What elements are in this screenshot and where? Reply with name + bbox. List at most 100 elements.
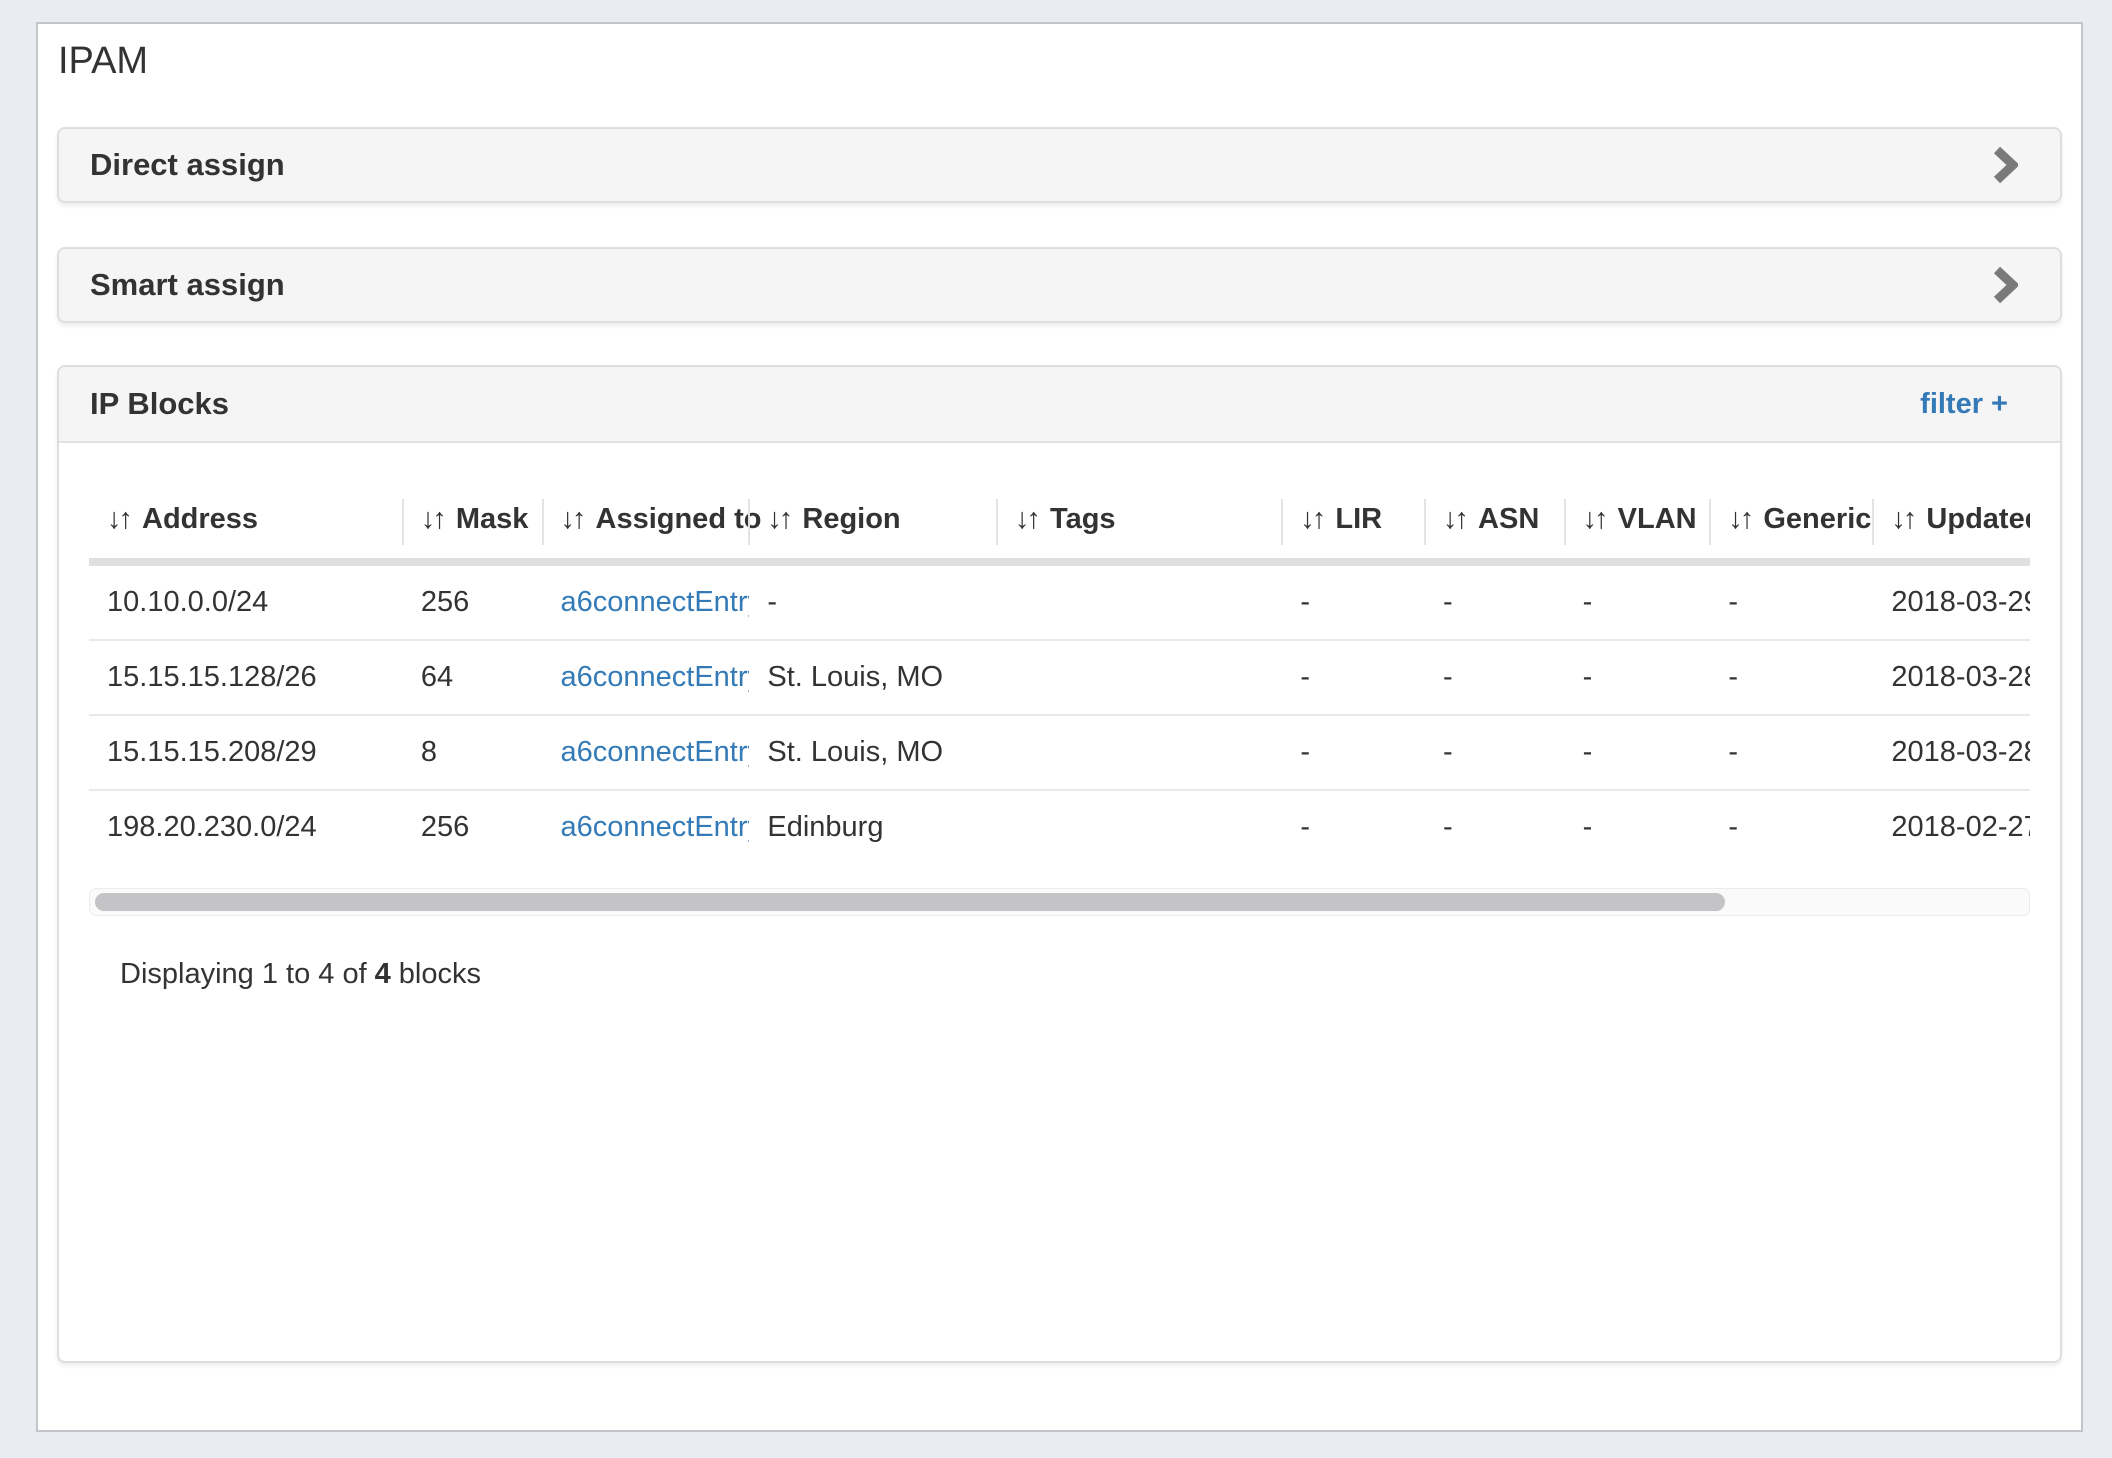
cell-vlan: -	[1565, 790, 1711, 864]
cell-mask: 256	[403, 790, 543, 864]
column-header-generic[interactable]: ↓↑ Generic	[1710, 473, 1873, 562]
smart-assign-panel[interactable]: Smart assign	[57, 247, 2062, 323]
horizontal-scrollbar-thumb[interactable]	[95, 893, 1725, 911]
sort-icon: ↓↑	[1443, 503, 1466, 535]
direct-assign-panel[interactable]: Direct assign	[57, 127, 2062, 203]
cell-assigned_to: a6connectEntry	[543, 640, 750, 715]
sort-icon: ↓↑	[561, 503, 584, 535]
ipam-page-card: IPAM Direct assign Smart assign IP Block…	[36, 22, 2083, 1432]
column-label: Address	[142, 503, 258, 535]
column-label: LIR	[1335, 503, 1382, 535]
assigned-to-link[interactable]: a6connectEntry	[561, 811, 750, 843]
cell-region: -	[749, 562, 997, 640]
cell-tags	[997, 562, 1282, 640]
cell-lir: -	[1282, 640, 1425, 715]
cell-generic: -	[1710, 715, 1873, 790]
cell-region: Edinburg	[749, 790, 997, 864]
cell-address: 10.10.0.0/24	[89, 562, 403, 640]
cell-asn: -	[1425, 790, 1565, 864]
column-header-assigned_to[interactable]: ↓↑Assigned to	[543, 473, 750, 562]
smart-assign-label: Smart assign	[90, 267, 285, 303]
cell-assigned_to: a6connectEntry	[543, 715, 750, 790]
cell-tags	[997, 640, 1282, 715]
sort-icon: ↓↑	[107, 503, 130, 535]
table-row: 15.15.15.128/2664 a6connectEntrySt. Louis…	[89, 640, 2030, 715]
cell-updated: 2018-02-27	[1873, 790, 2030, 864]
cell-address: 15.15.15.128/26	[89, 640, 403, 715]
column-header-region[interactable]: ↓↑ Region	[749, 473, 997, 562]
sort-icon: ↓↑	[1300, 503, 1323, 535]
column-header-vlan[interactable]: ↓↑ VLAN	[1565, 473, 1711, 562]
cell-lir: -	[1282, 715, 1425, 790]
cell-mask: 8	[403, 715, 543, 790]
sort-icon: ↓↑	[1583, 503, 1606, 535]
chevron-right-icon[interactable]	[1992, 266, 2018, 304]
horizontal-scrollbar-track[interactable]	[89, 888, 2030, 916]
page-title: IPAM	[58, 40, 148, 83]
cell-asn: -	[1425, 715, 1565, 790]
column-label: ASN	[1478, 503, 1539, 535]
table-header-row: ↓↑Address↓↑Mask↓↑Assigned to↓↑Region↓↑Ta…	[89, 473, 2030, 562]
cell-vlan: -	[1565, 715, 1711, 790]
column-label: Updated	[1926, 503, 2030, 535]
footer-text-after: blocks	[399, 958, 481, 990]
sort-icon: ↓↑	[1891, 503, 1914, 535]
cell-address: 198.20.230.0/24	[89, 790, 403, 864]
ip-blocks-title: IP Blocks	[90, 386, 229, 422]
sort-icon: ↓↑	[1015, 503, 1038, 535]
assigned-to-link[interactable]: a6connectEntry	[561, 586, 750, 618]
direct-assign-label: Direct assign	[90, 147, 285, 183]
cell-lir: -	[1282, 562, 1425, 640]
ip-blocks-header: IP Blocks filter +	[59, 367, 2060, 443]
cell-generic: -	[1710, 562, 1873, 640]
cell-tags	[997, 790, 1282, 864]
cell-vlan: -	[1565, 562, 1711, 640]
cell-asn: -	[1425, 640, 1565, 715]
column-header-mask[interactable]: ↓↑ Mask	[403, 473, 543, 562]
table-footer: Displaying 1 to 4 of4blocks	[89, 958, 2060, 991]
column-label: Generic	[1763, 503, 1871, 535]
footer-text-before: Displaying 1 to 4 of	[120, 958, 367, 990]
column-header-updated[interactable]: ↓↑ Updated	[1873, 473, 2030, 562]
table-row: 10.10.0.0/24256a6connectEntry-----2018-0…	[89, 562, 2030, 640]
column-label: Assigned to	[596, 503, 762, 535]
cell-generic: -	[1710, 790, 1873, 864]
cell-vlan: -	[1565, 640, 1711, 715]
cell-updated: 2018-03-29	[1873, 562, 2030, 640]
cell-asn: -	[1425, 562, 1565, 640]
column-label: VLAN	[1618, 503, 1697, 535]
table-row: 198.20.230.0/24256 a6connectEntryEdinburg…	[89, 790, 2030, 864]
column-header-asn[interactable]: ↓↑ ASN	[1425, 473, 1565, 562]
cell-region: St. Louis, MO	[749, 715, 997, 790]
footer-count: 4	[375, 958, 391, 990]
column-label: Region	[802, 503, 900, 535]
cell-mask: 64	[403, 640, 543, 715]
assigned-to-link[interactable]: a6connectEntry	[561, 661, 750, 693]
sort-icon: ↓↑	[421, 503, 444, 535]
column-header-address[interactable]: ↓↑ Address	[89, 473, 403, 562]
cell-assigned_to: a6connectEntry	[543, 790, 750, 864]
cell-region: St. Louis, MO	[749, 640, 997, 715]
cell-updated: 2018-03-28	[1873, 640, 2030, 715]
ip-blocks-body: ↓↑Address↓↑Mask↓↑Assigned to↓↑Region↓↑Ta…	[59, 443, 2060, 991]
cell-updated: 2018-03-28	[1873, 715, 2030, 790]
column-header-tags[interactable]: ↓↑ Tags	[997, 473, 1282, 562]
chevron-right-icon[interactable]	[1992, 146, 2018, 184]
column-header-lir[interactable]: ↓↑ LIR	[1282, 473, 1425, 562]
cell-address: 15.15.15.208/29	[89, 715, 403, 790]
sort-icon: ↓↑	[1728, 503, 1751, 535]
cell-assigned_to: a6connectEntry	[543, 562, 750, 640]
cell-tags	[997, 715, 1282, 790]
ip-blocks-panel: IP Blocks filter + ↓↑Address↓↑Mask↓↑Assi…	[57, 365, 2062, 1363]
table-row: 15.15.15.208/298 a6connectEntrySt. Louis,…	[89, 715, 2030, 790]
sort-icon: ↓↑	[767, 503, 790, 535]
cell-generic: -	[1710, 640, 1873, 715]
assigned-to-link[interactable]: a6connectEntry	[561, 736, 750, 768]
cell-mask: 256	[403, 562, 543, 640]
ip-blocks-table-viewport: ↓↑Address↓↑Mask↓↑Assigned to↓↑Region↓↑Ta…	[89, 473, 2030, 864]
ip-blocks-table: ↓↑Address↓↑Mask↓↑Assigned to↓↑Region↓↑Ta…	[89, 473, 2030, 864]
cell-lir: -	[1282, 790, 1425, 864]
column-label: Tags	[1050, 503, 1116, 535]
column-label: Mask	[456, 503, 529, 535]
filter-toggle-link[interactable]: filter +	[1920, 388, 2008, 421]
